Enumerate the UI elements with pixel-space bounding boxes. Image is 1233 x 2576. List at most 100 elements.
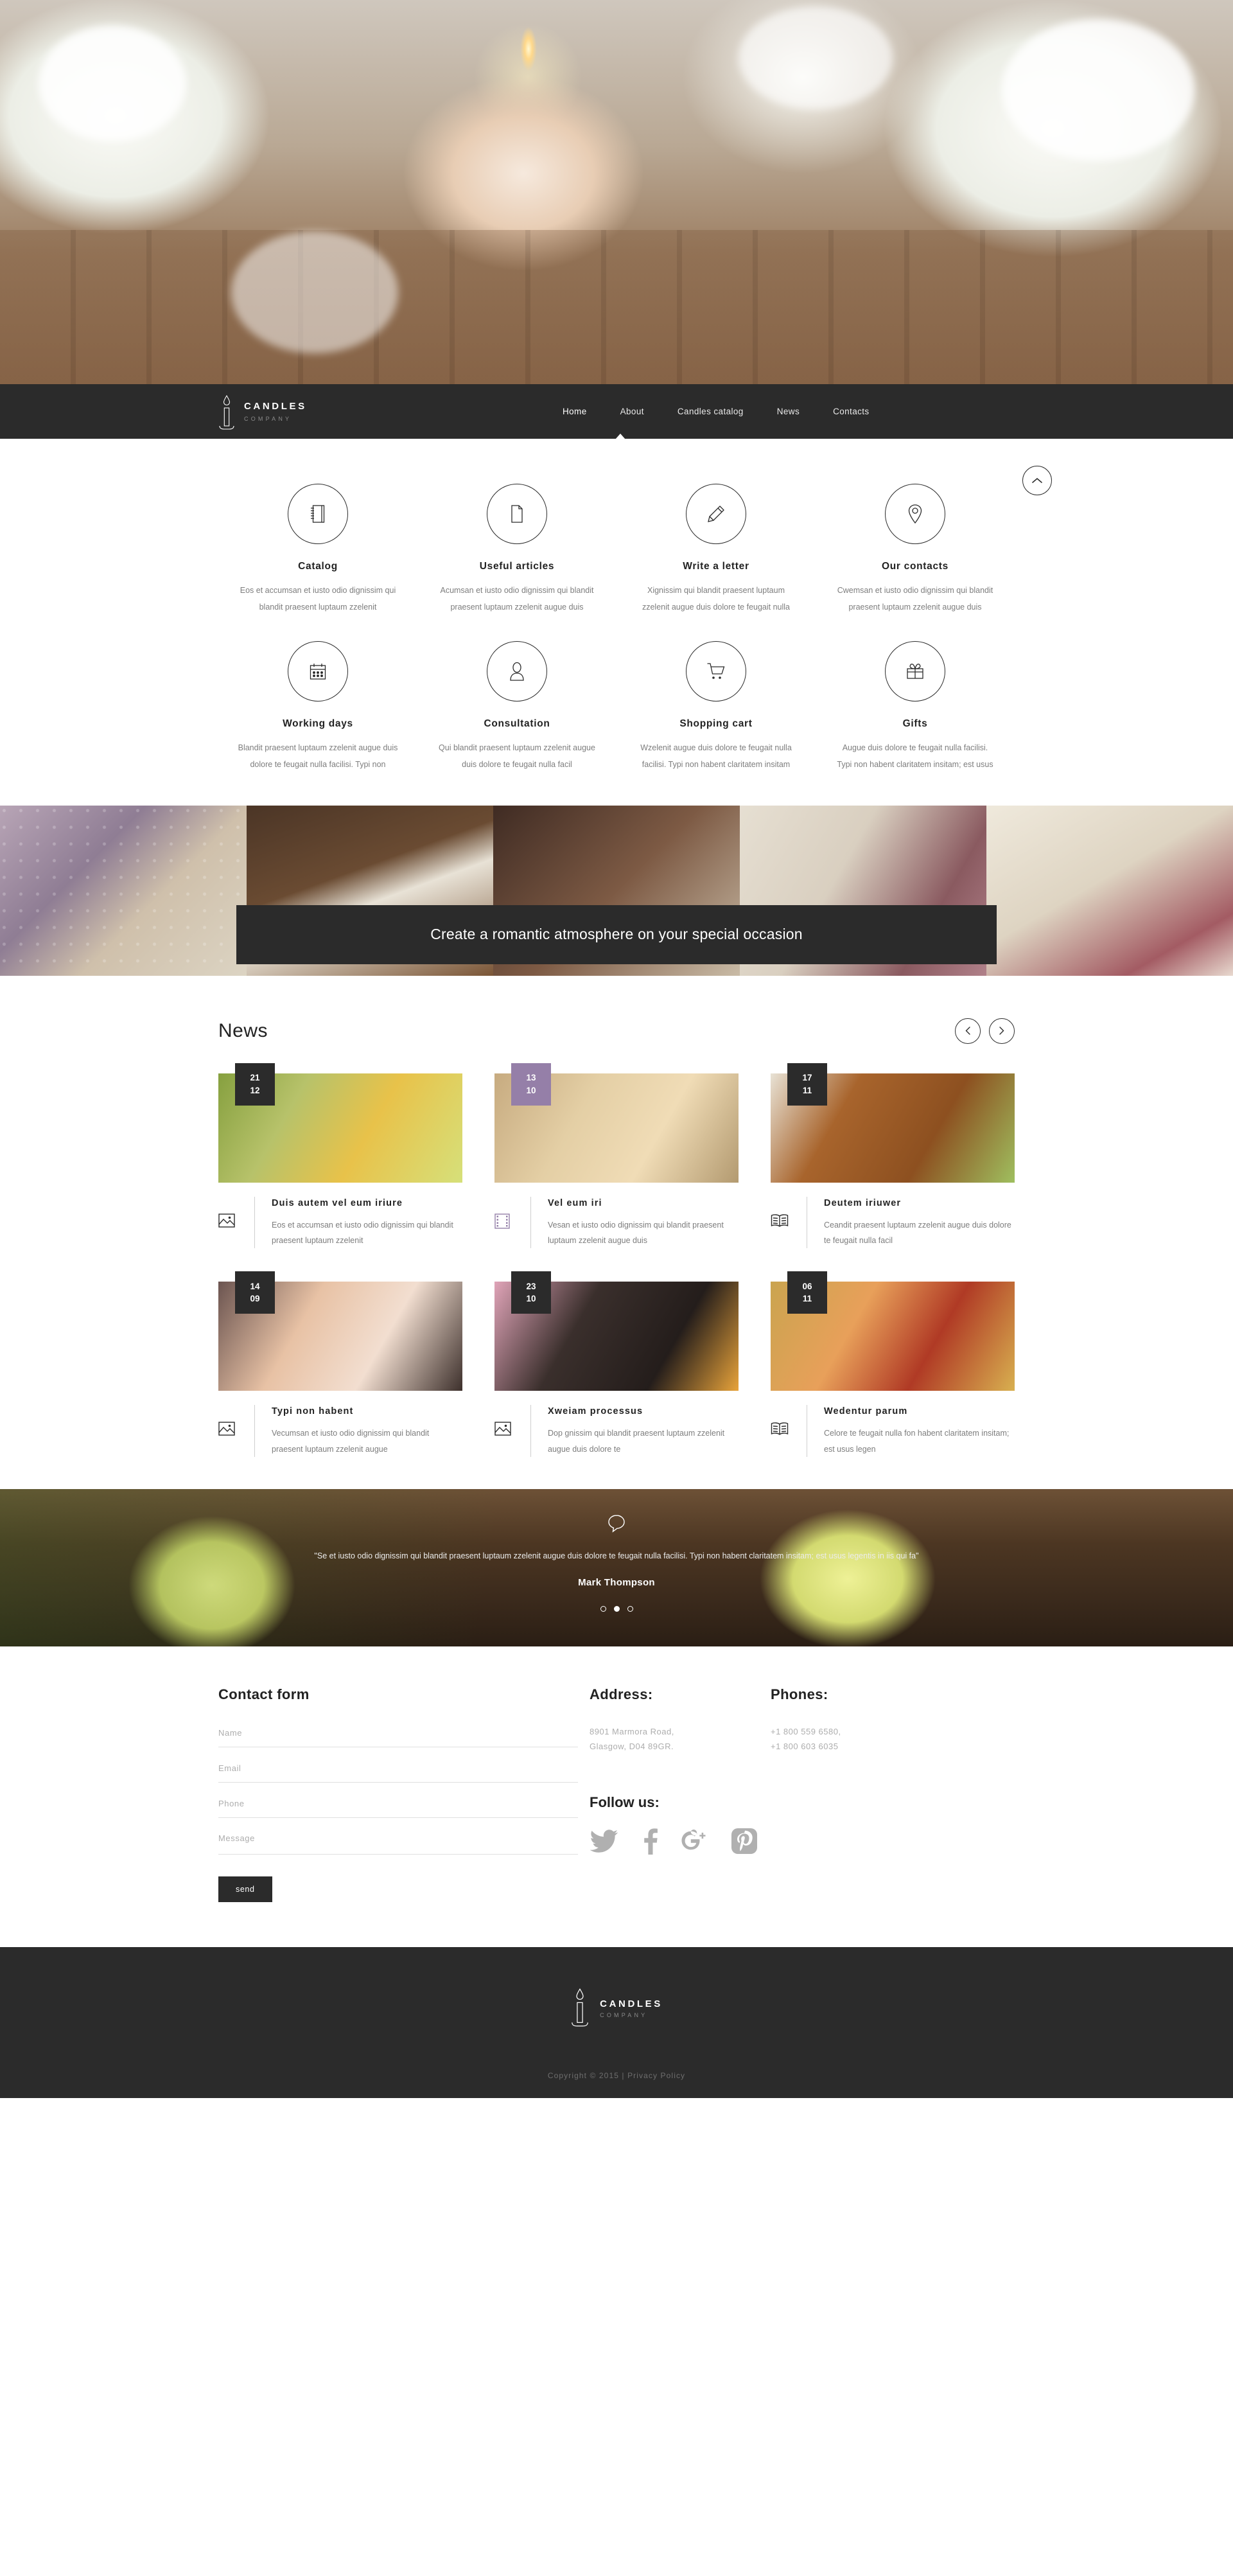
candle-icon [570,1987,590,2030]
image-icon [218,1405,254,1436]
nav-item-contacts[interactable]: Contacts [816,407,886,416]
news-title: Xweiam processus [548,1406,643,1417]
news-date-month: 09 [250,1294,260,1304]
image-icon [218,1197,254,1228]
phone-field-wrapper [218,1795,578,1818]
news-date-badge: 13 10 [511,1063,551,1106]
news-card[interactable]: 21 12 Duis autem vel eum iriure Eos et a… [218,1063,462,1249]
feature-title: Consultation [484,718,550,730]
news-date-month: 12 [250,1085,260,1095]
chevron-left-icon [965,1027,970,1035]
news-description: Eos et accumsan et iusto odio dignissim … [272,1220,453,1245]
feature-consultation[interactable]: Consultation Qui blandit praesent luptau… [417,626,616,779]
feature-title: Catalog [298,561,338,572]
news-date-month: 10 [526,1085,536,1095]
facebook-icon[interactable] [641,1828,659,1858]
footer-brand-subtitle: COMPANY [600,2011,648,2018]
news-card[interactable]: 23 10 Xweiam processus Dop gnissim qui b… [494,1271,739,1457]
news-section: News 21 12 Duis autem vel eum iriure Eos… [0,975,1233,1489]
feature-description: Wzelenit augue duis dolore te feugait nu… [640,743,792,769]
footer-brand-text: CANDLES COMPANY [600,1999,663,2018]
gift-icon [885,641,945,702]
address-line-2: Glasgow, D04 89GR. [590,1741,674,1751]
news-thumbnail: 23 10 [494,1271,739,1391]
copyright-text[interactable]: Copyright © 2015 | Privacy Policy [0,2071,1233,2080]
news-title: Typi non habent [272,1406,354,1417]
email-field-wrapper [218,1760,578,1783]
name-input[interactable] [218,1728,578,1738]
main-navigation-bar: CANDLES COMPANY Home About Candles catal… [0,384,1233,439]
nav-item-news[interactable]: News [760,407,816,416]
news-date-day: 21 [250,1072,260,1082]
news-prev-button[interactable] [955,1018,981,1044]
contact-section: Contact form send Address: 8901 Marmora … [0,1646,1233,1947]
news-title: Vel eum iri [548,1197,602,1208]
google-plus-icon[interactable] [681,1828,709,1858]
chevron-up-icon [1032,477,1042,483]
send-button[interactable]: send [218,1876,272,1902]
speech-bubble-icon [607,1513,626,1533]
news-grid: 21 12 Duis autem vel eum iriure Eos et a… [218,1063,1015,1457]
news-thumbnail: 06 11 [771,1271,1015,1391]
news-description: Dop gnissim qui blandit praesent luptaum… [548,1429,725,1454]
feature-description: Blandit praesent luptaum zzelenit augue … [238,743,398,769]
news-next-button[interactable] [989,1018,1015,1044]
news-card[interactable]: 13 10 Vel eum iri Vesan et iusto odio di… [494,1063,739,1249]
news-description: Vesan et iusto odio dignissim qui blandi… [548,1220,724,1245]
feature-gifts[interactable]: Gifts Augue duis dolore te feugait nulla… [816,626,1015,779]
nav-item-home[interactable]: Home [546,407,604,416]
book-icon [771,1405,807,1436]
news-date-badge: 21 12 [235,1063,275,1106]
news-date-day: 14 [250,1281,260,1291]
feature-write-a-letter[interactable]: Write a letter Xignissim qui blandit pra… [616,468,816,622]
news-date-day: 17 [802,1072,812,1082]
news-date-month: 11 [802,1294,812,1304]
feature-title: Our contacts [881,561,949,572]
feature-our-contacts[interactable]: Our contacts Cwemsan et iusto odio digni… [816,468,1015,622]
testimonial-dot[interactable] [627,1605,633,1612]
nav-item-candles-catalog[interactable]: Candles catalog [661,407,760,416]
news-card[interactable]: 06 11 Wedentur parum Celore te feugait n… [771,1271,1015,1457]
email-input[interactable] [218,1763,578,1773]
testimonial-text: "Se et iusto odio dignissim qui blandit … [314,1551,919,1560]
phone-number-1[interactable]: +1 800 559 6580, [771,1725,1015,1740]
news-section-title: News [218,1019,268,1041]
name-field-wrapper [218,1725,578,1747]
feature-useful-articles[interactable]: Useful articles Acumsan et iusto odio di… [417,468,616,622]
news-card[interactable]: 17 11 Deutem iriuwer Ceandit praesent lu… [771,1063,1015,1249]
testimonial-dot-active[interactable] [613,1605,620,1612]
nav-menu: Home About Candles catalog News Contacts [546,407,886,416]
message-input[interactable] [218,1833,578,1843]
twitter-icon[interactable] [590,1828,619,1857]
testimonial-dot[interactable] [600,1605,606,1612]
news-description: Celore te feugait nulla fon habent clari… [824,1429,1010,1454]
news-date-month: 10 [526,1294,536,1304]
feature-catalog[interactable]: Catalog Eos et accumsan et iusto odio di… [218,468,417,622]
feature-title: Write a letter [683,561,749,572]
feature-shopping-cart[interactable]: Shopping cart Wzelenit augue duis dolore… [616,626,816,779]
footer-logo[interactable]: CANDLES COMPANY [0,1947,1233,2030]
site-logo[interactable]: CANDLES COMPANY [218,394,437,430]
user-icon [487,641,547,702]
features-grid: Catalog Eos et accumsan et iusto odio di… [218,468,1015,780]
news-card[interactable]: 14 09 Typi non habent Vecumsan et iusto … [218,1271,462,1457]
phones-title: Phones: [771,1686,828,1702]
hero-flower-petal [739,6,893,109]
news-date-day: 13 [526,1072,536,1082]
feature-description: Qui blandit praesent luptaum zzelenit au… [439,743,595,769]
pinterest-icon[interactable] [731,1828,758,1858]
nav-item-about[interactable]: About [604,407,661,416]
phone-number-2[interactable]: +1 800 603 6035 [771,1740,1015,1754]
news-title: Deutem iriuwer [824,1197,902,1208]
gallery-image-5 [986,805,1233,976]
footer-brand-name: CANDLES [600,1998,663,2009]
phone-input[interactable] [218,1799,578,1808]
brand-subtitle: COMPANY [244,416,292,422]
feature-title: Useful articles [479,561,555,572]
features-section: Catalog Eos et accumsan et iusto odio di… [0,439,1233,806]
film-icon [494,1197,530,1229]
scroll-to-top-button[interactable] [1022,466,1052,495]
feature-working-days[interactable]: Working days Blandit praesent luptaum zz… [218,626,417,779]
social-links [590,1828,771,1858]
image-icon [494,1405,530,1436]
